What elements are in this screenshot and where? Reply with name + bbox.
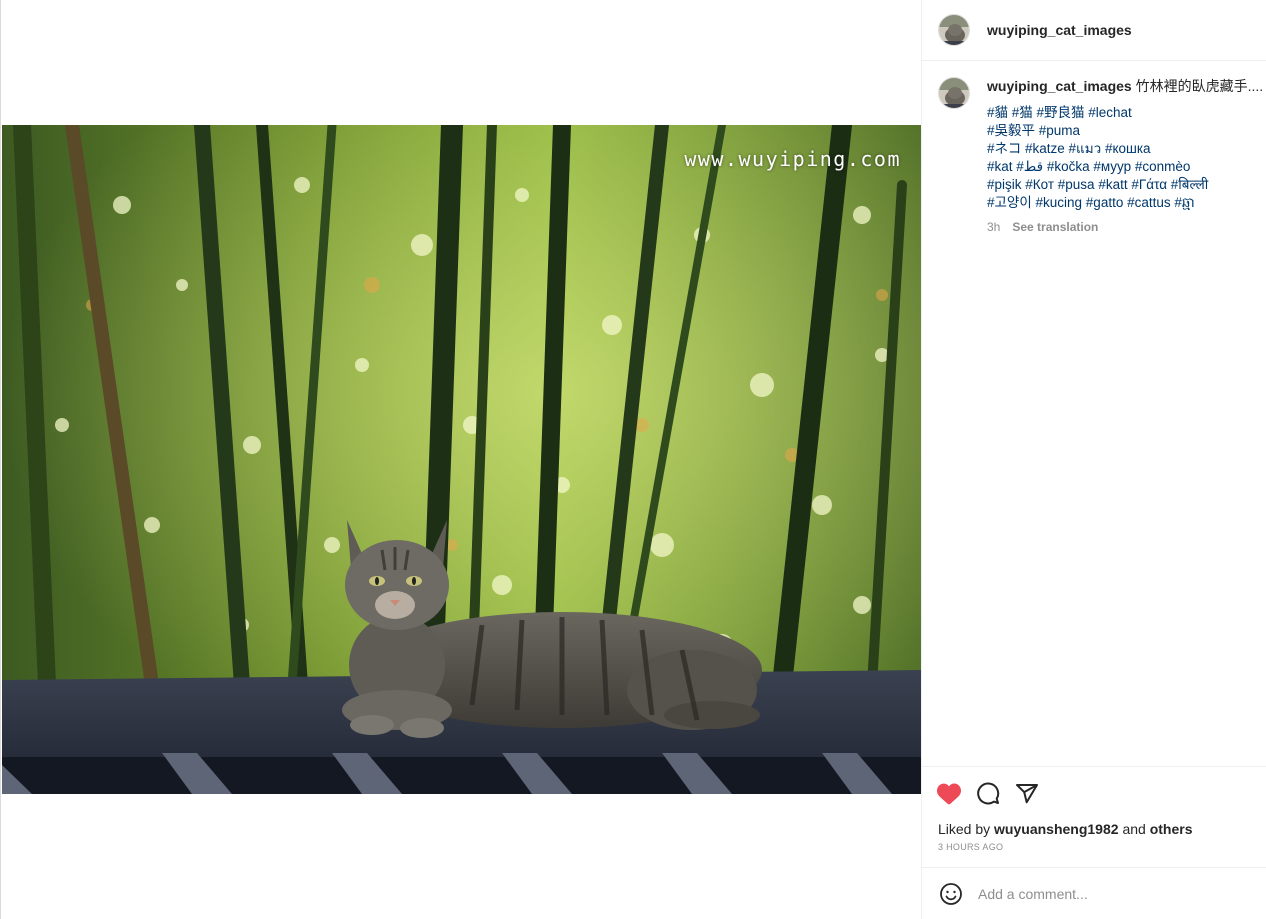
- hashtag-line[interactable]: #貓 #猫 #野良猫 #lechat: [987, 104, 1263, 122]
- hashtag-line[interactable]: #pişik #Кот #pusa #katt #Γάτα #बिल्ली: [987, 176, 1263, 194]
- liked-by-user[interactable]: wuyuansheng1982: [994, 821, 1119, 837]
- caption-username[interactable]: wuyiping_cat_images: [987, 78, 1132, 94]
- post-actions: Liked by wuyuansheng1982 and others 3 HO…: [922, 766, 1266, 867]
- caption-body: wuyiping_cat_images 竹林裡的臥虎藏手.... #貓 #猫 #…: [987, 77, 1263, 236]
- see-translation-link[interactable]: See translation: [1012, 218, 1098, 236]
- hashtag-line[interactable]: #고양이 #kucing #gatto #cattus #ឆ្មា: [987, 194, 1263, 212]
- emoji-icon[interactable]: [938, 881, 964, 907]
- post-photo[interactable]: www.wuyiping.com: [2, 125, 921, 794]
- post-sidebar: wuyiping_cat_images wuyiping_cat_images …: [921, 0, 1266, 919]
- caption-row: wuyiping_cat_images 竹林裡的臥虎藏手.... #貓 #猫 #…: [938, 77, 1263, 236]
- share-icon[interactable]: [1014, 781, 1040, 807]
- comment-icon[interactable]: [975, 781, 1001, 807]
- likes-summary: Liked by wuyuansheng1982 and others: [922, 821, 1266, 837]
- action-icon-row: [922, 767, 1266, 807]
- caption-section: wuyiping_cat_images 竹林裡的臥虎藏手.... #貓 #猫 #…: [922, 61, 1266, 766]
- post-timestamp: 3 HOURS AGO: [938, 842, 1004, 852]
- caption-avatar[interactable]: [938, 77, 970, 109]
- likes-prefix: Liked by: [938, 821, 991, 837]
- hashtag-list: #貓 #猫 #野良猫 #lechat #吳毅平 #puma #ネコ #katze…: [987, 104, 1263, 212]
- liked-by-others[interactable]: others: [1150, 821, 1193, 837]
- hashtag-line[interactable]: #kat #قط #kočka #муур #conmèo: [987, 158, 1263, 176]
- hashtag-line[interactable]: #ネコ #katze #แมว #кошка: [987, 140, 1263, 158]
- avatar[interactable]: [938, 14, 970, 46]
- caption-meta: 3h See translation: [987, 218, 1263, 236]
- comment-bar: [922, 867, 1266, 919]
- likes-and: and: [1122, 821, 1146, 837]
- post-age: 3h: [987, 220, 1001, 234]
- post-header: wuyiping_cat_images: [922, 0, 1266, 61]
- caption-text: 竹林裡的臥虎藏手....: [1135, 78, 1264, 94]
- hashtag-line[interactable]: #吳毅平 #puma: [987, 122, 1263, 140]
- comment-input[interactable]: [978, 885, 1238, 902]
- post-media-pane: www.wuyiping.com: [0, 0, 921, 919]
- heart-icon[interactable]: [936, 781, 962, 807]
- caption-header: wuyiping_cat_images 竹林裡的臥虎藏手....: [987, 77, 1263, 95]
- photo-watermark: www.wuyiping.com: [684, 147, 901, 171]
- post-author-username[interactable]: wuyiping_cat_images: [987, 22, 1132, 38]
